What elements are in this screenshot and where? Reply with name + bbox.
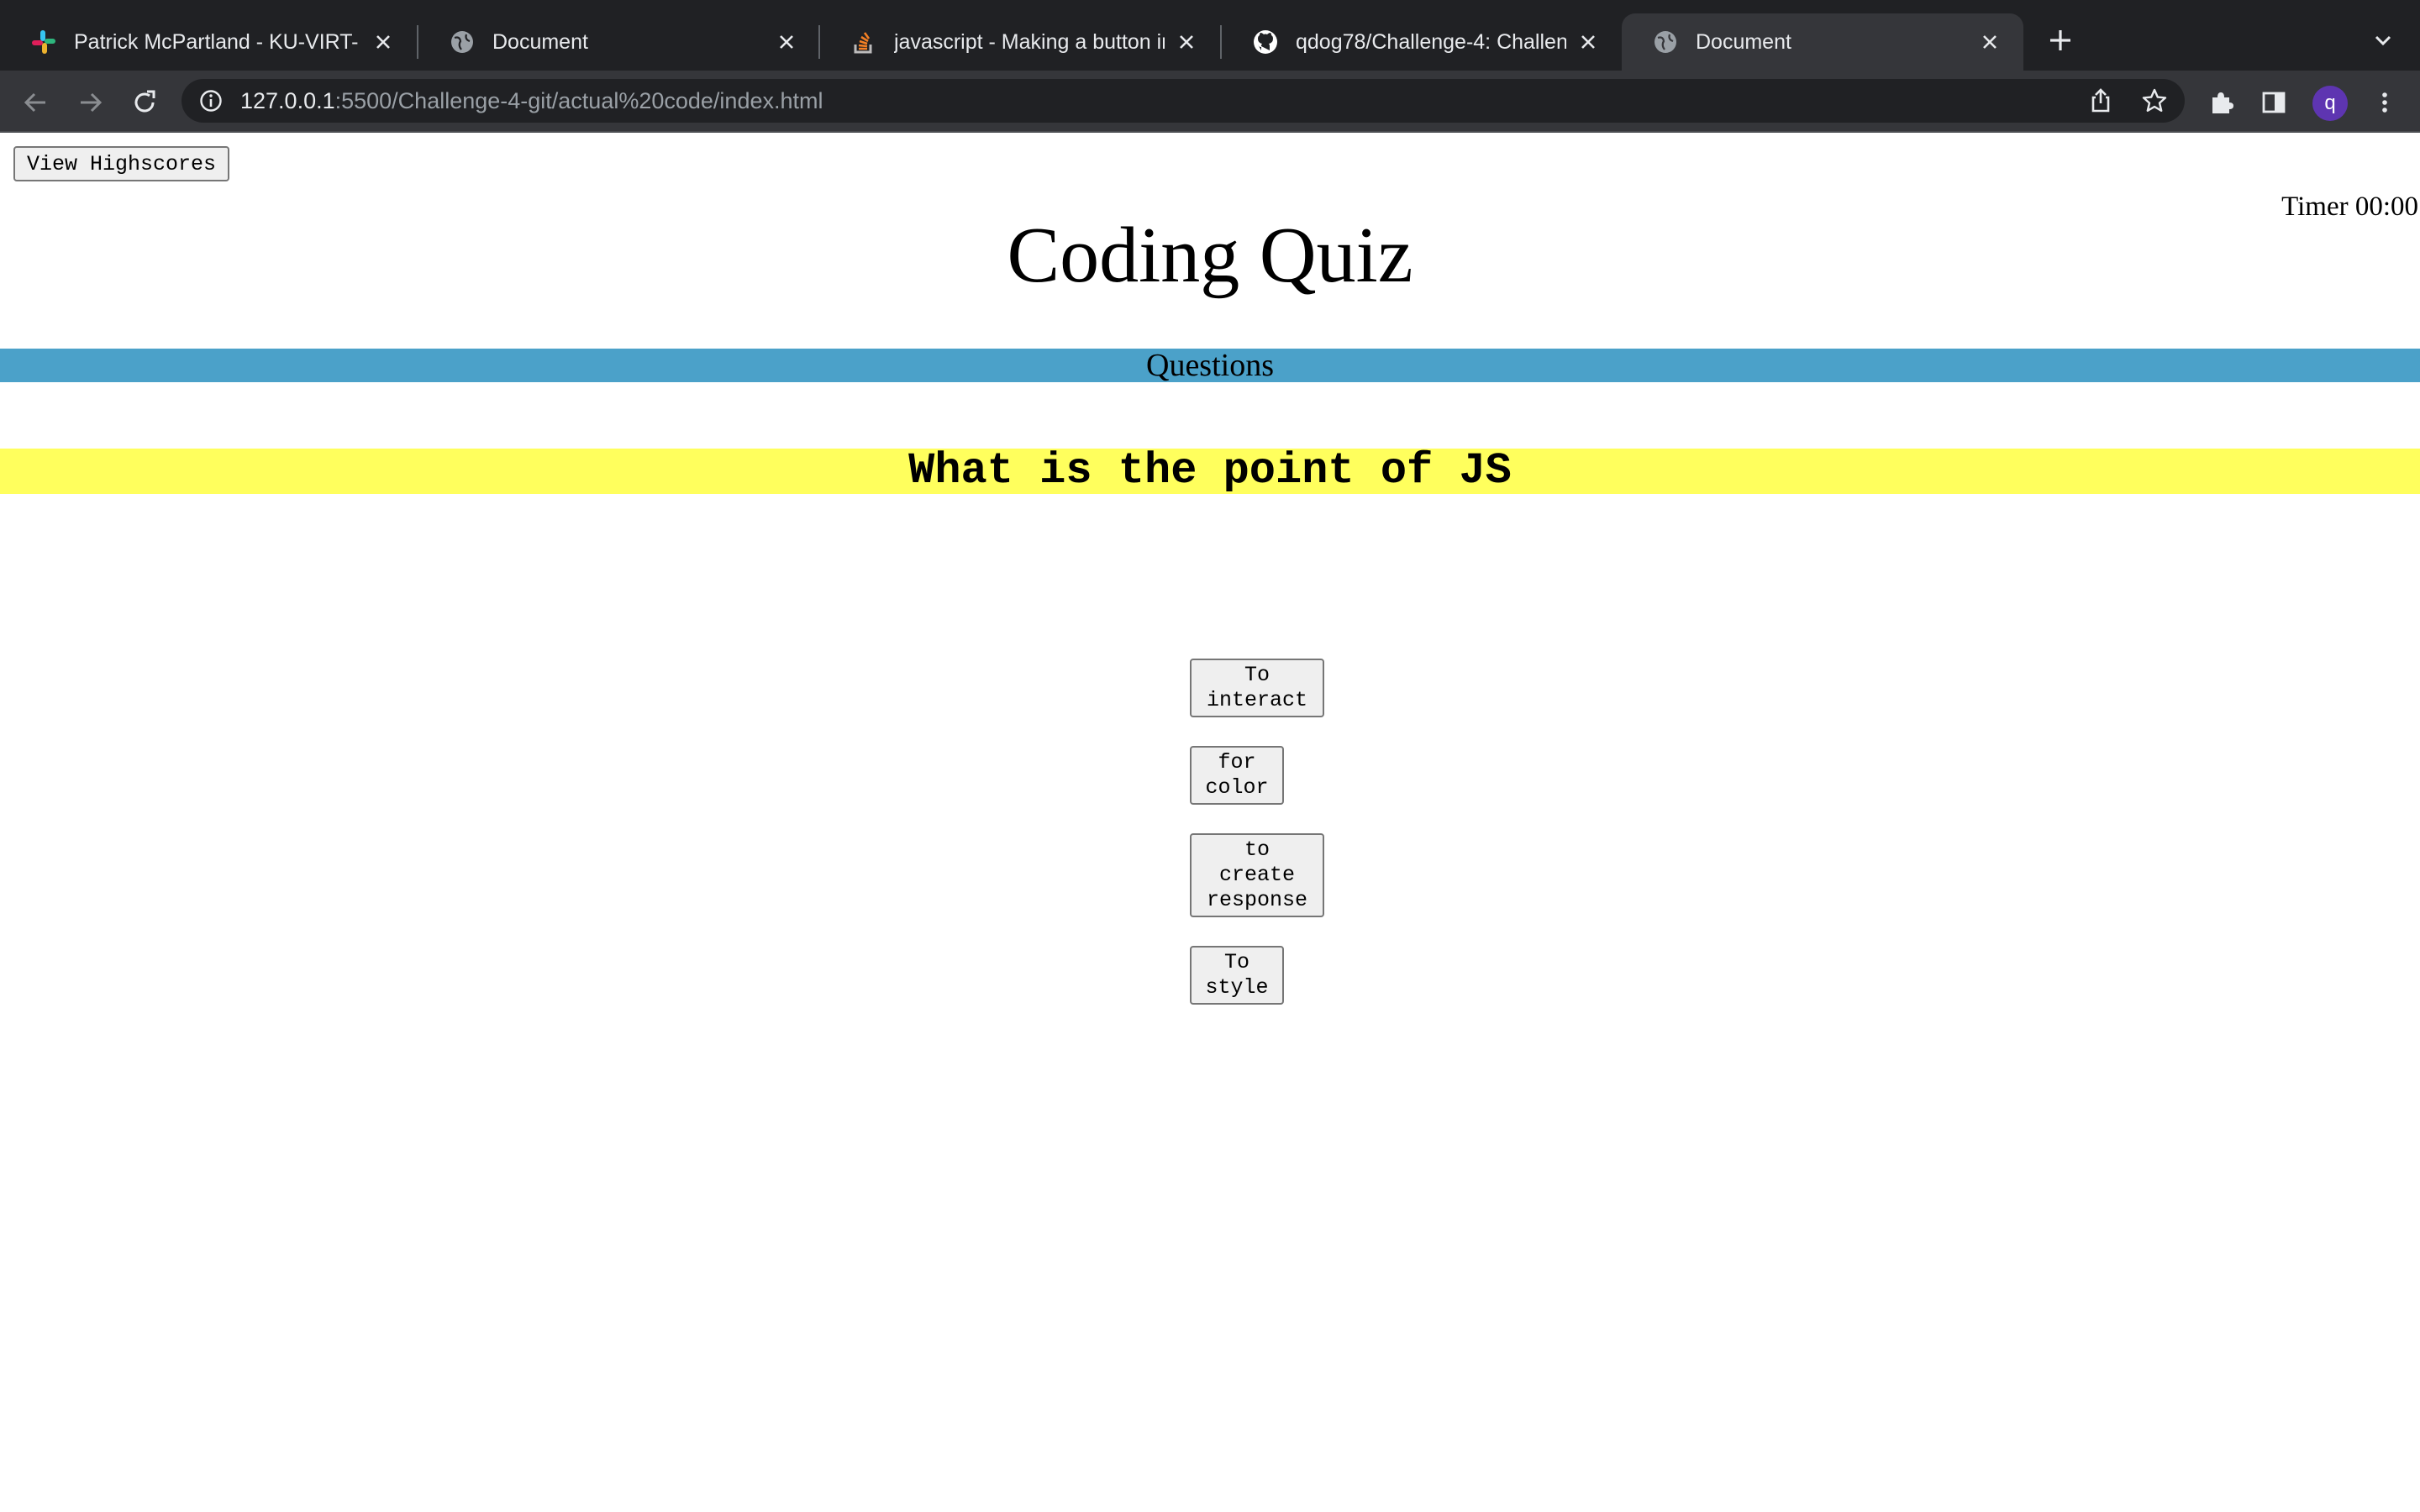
share-icon[interactable] <box>2087 87 2114 114</box>
bookmark-star-icon[interactable] <box>2141 87 2168 114</box>
tab-stackoverflow[interactable]: javascript - Making a button in <box>820 13 1220 71</box>
page-viewport: View Highscores Timer 00:00 Coding Quiz … <box>0 133 2420 1512</box>
tab-title: Document <box>492 29 588 54</box>
questions-header: Questions <box>0 349 2420 382</box>
tab-github[interactable]: qdog78/Challenge-4: Challeng <box>1222 13 1622 71</box>
answer-button-3[interactable]: to create response <box>1190 833 1324 917</box>
side-panel-icon[interactable] <box>2257 86 2291 119</box>
forward-arrow-icon[interactable] <box>74 86 108 119</box>
page-title: Coding Quiz <box>1007 212 1413 299</box>
profile-avatar[interactable]: q <box>2312 86 2348 121</box>
tab-title: javascript - Making a button in <box>894 29 1165 54</box>
question-text: What is the point of JS <box>0 449 2420 494</box>
more-menu-icon[interactable] <box>2368 86 2402 119</box>
tab-title: Patrick McPartland - KU-VIRT- <box>74 29 359 54</box>
tab-title: Document <box>1696 29 1791 54</box>
slack-icon <box>30 29 57 55</box>
tab-document[interactable]: Document <box>418 13 820 71</box>
tab-title: qdog78/Challenge-4: Challeng <box>1296 29 1566 54</box>
close-tab-icon[interactable] <box>773 29 800 55</box>
globe-icon <box>1652 29 1679 55</box>
view-highscores-button[interactable]: View Highscores <box>13 146 230 181</box>
address-bar[interactable]: 127.0.0.1:5500/Challenge-4-git/actual%20… <box>182 79 2185 123</box>
answer-button-4[interactable]: To style <box>1190 946 1284 1005</box>
close-tab-icon[interactable] <box>1173 29 1200 55</box>
back-arrow-icon[interactable] <box>18 86 52 119</box>
answer-button-1[interactable]: To interact <box>1190 659 1324 717</box>
tab-document-active[interactable]: Document <box>1622 13 2023 71</box>
reload-icon[interactable] <box>128 86 161 119</box>
browser-toolbar: 127.0.0.1:5500/Challenge-4-git/actual%20… <box>0 71 2420 133</box>
close-tab-icon[interactable] <box>1575 29 1602 55</box>
url-path: :5500/Challenge-4-git/actual%20code/inde… <box>334 87 823 113</box>
globe-icon <box>449 29 476 55</box>
github-icon <box>1252 29 1279 55</box>
site-info-icon[interactable] <box>198 88 224 113</box>
answer-button-2[interactable]: for color <box>1190 746 1284 805</box>
tab-slack[interactable]: Patrick McPartland - KU-VIRT- <box>0 13 417 71</box>
close-tab-icon[interactable] <box>370 29 397 55</box>
url-host: 127.0.0.1 <box>240 87 335 113</box>
close-tab-icon[interactable] <box>1976 29 2003 55</box>
chevron-down-icon[interactable] <box>2366 24 2400 57</box>
new-tab-icon[interactable] <box>2044 24 2077 57</box>
stackoverflow-icon <box>850 29 877 55</box>
tab-strip: Patrick McPartland - KU-VIRT- Document j… <box>0 0 2420 71</box>
extensions-puzzle-icon[interactable] <box>2205 86 2238 119</box>
